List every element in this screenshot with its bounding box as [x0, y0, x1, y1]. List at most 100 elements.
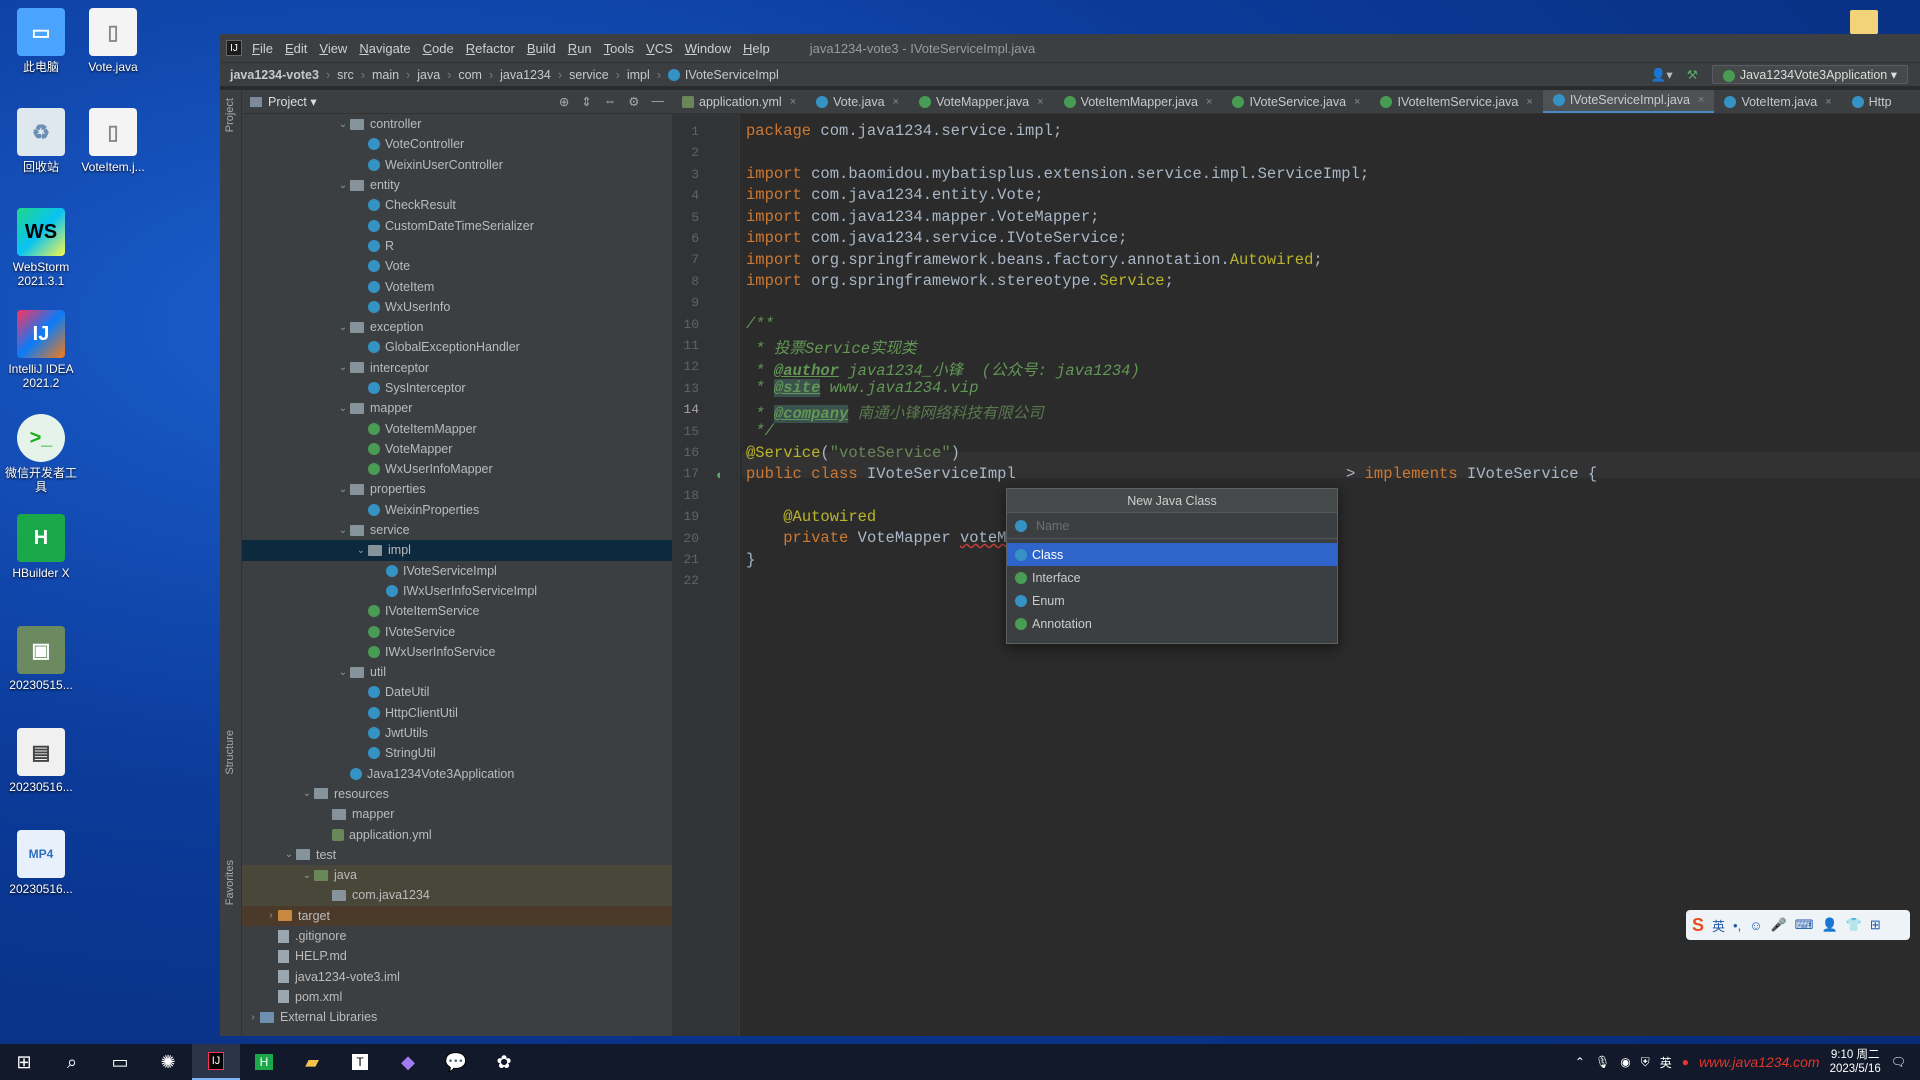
desktop-icon-vote-java[interactable]: ▯ Vote.java	[72, 8, 154, 74]
tree-item[interactable]: ⌄ service	[242, 520, 672, 540]
desktop-icon-webstorm[interactable]: WS WebStorm 2021.3.1	[0, 208, 82, 288]
tree-item[interactable]: IWxUserInfoServiceImpl	[242, 581, 672, 601]
tree-item[interactable]: WxUserInfoMapper	[242, 459, 672, 479]
tree-item[interactable]: ⌄ resources	[242, 784, 672, 804]
tree-item[interactable]: VoteMapper	[242, 439, 672, 459]
tree-item[interactable]: ⌄ util	[242, 662, 672, 682]
tree-item[interactable]: ⌄ exception	[242, 317, 672, 337]
desktop-icon-voteitem-java[interactable]: ▯ VoteItem.j...	[72, 108, 154, 174]
close-tab-icon[interactable]: ×	[790, 96, 796, 108]
tree-item[interactable]: IVoteItemService	[242, 601, 672, 621]
menu-window[interactable]: Window	[685, 41, 731, 56]
ime-toolbar[interactable]: S 英 •, ☺ 🎤 ⌨ 👤 👕 ⊞	[1686, 910, 1910, 940]
tree-item[interactable]: CheckResult	[242, 195, 672, 215]
desktop-icon-intellij[interactable]: IJ IntelliJ IDEA 2021.2	[0, 310, 82, 390]
tree-item[interactable]: JwtUtils	[242, 723, 672, 743]
menu-file[interactable]: File	[252, 41, 273, 56]
kind-option-class[interactable]: Class	[1007, 543, 1337, 566]
favorites-tool-tab[interactable]: Favorites	[224, 860, 236, 905]
close-tab-icon[interactable]: ×	[1037, 96, 1043, 108]
hide-panel-icon[interactable]: —	[652, 94, 665, 109]
breadcrumb-src[interactable]: src	[337, 68, 354, 82]
network-icon[interactable]: ◉	[1620, 1055, 1630, 1069]
settings-gear-icon[interactable]: ⚙	[628, 94, 639, 109]
breadcrumb-java[interactable]: java	[417, 68, 440, 82]
tree-item[interactable]: › External Libraries	[242, 1007, 672, 1027]
visual-studio-icon[interactable]: ◆	[384, 1044, 432, 1080]
kind-option-interface[interactable]: Interface	[1007, 566, 1337, 589]
tree-item[interactable]: ⌄ controller	[242, 114, 672, 134]
tree-item[interactable]: ⌄ java	[242, 864, 672, 886]
chevron-down-icon[interactable]: ⌄	[336, 322, 350, 333]
editor-tab[interactable]: Vote.java ×	[806, 90, 909, 113]
tree-item[interactable]: WeixinUserController	[242, 155, 672, 175]
run-configuration-select[interactable]: Java1234Vote3Application ▾	[1711, 65, 1908, 84]
punctuation-icon[interactable]: •,	[1733, 918, 1741, 933]
desktop-icon-image[interactable]: ▣ 20230515...	[0, 626, 82, 692]
menu-refactor[interactable]: Refactor	[466, 41, 515, 56]
editor-tab[interactable]: IVoteItemService.java ×	[1370, 90, 1542, 113]
tree-item[interactable]: VoteItemMapper	[242, 418, 672, 438]
tree-item[interactable]: java1234-vote3.iml	[242, 966, 672, 986]
menu-edit[interactable]: Edit	[285, 41, 307, 56]
close-tab-icon[interactable]: ×	[893, 96, 899, 108]
tree-item[interactable]: IVoteServiceImpl	[242, 561, 672, 581]
desktop-icon-recycle-bin[interactable]: ♻ 回收站	[0, 108, 82, 174]
menu-run[interactable]: Run	[568, 41, 592, 56]
chevron-right-icon[interactable]: ›	[246, 1012, 260, 1023]
class-name-field[interactable]	[1007, 513, 1337, 539]
chevron-down-icon[interactable]: ⌄	[336, 403, 350, 414]
tree-item[interactable]: Java1234Vote3Application	[242, 764, 672, 784]
tree-item[interactable]: IWxUserInfoService	[242, 642, 672, 662]
antivirus-icon[interactable]: ⛨	[1641, 1055, 1650, 1070]
close-tab-icon[interactable]: ×	[1526, 96, 1532, 108]
tree-item[interactable]: ⌄ impl	[242, 540, 672, 561]
menu-vcs[interactable]: VCS	[646, 41, 673, 56]
desktop-icon-mp4[interactable]: MP4 20230516...	[0, 830, 82, 896]
start-windows-icon[interactable]: ⊞	[0, 1044, 48, 1080]
chevron-down-icon[interactable]: ⌄	[336, 180, 350, 191]
kind-option-annotation[interactable]: Annotation	[1007, 612, 1337, 635]
microphone-icon[interactable]: 🎤	[1770, 917, 1786, 933]
tree-item[interactable]: pom.xml	[242, 987, 672, 1007]
breadcrumb-main[interactable]: main	[372, 68, 399, 82]
editor-tab[interactable]: VoteItemMapper.java ×	[1054, 90, 1223, 113]
tree-item[interactable]: CustomDateTimeSerializer	[242, 215, 672, 235]
chevron-down-icon[interactable]: ⌄	[300, 788, 314, 799]
hbuilder-taskbar-icon[interactable]: H	[240, 1044, 288, 1080]
breadcrumb-project[interactable]: java1234-vote3	[230, 68, 319, 82]
tree-item[interactable]: ⌄ test	[242, 845, 672, 865]
spring-bean-gutter-icon[interactable]: ◐	[716, 467, 724, 482]
clock[interactable]: 9:10 周二 2023/5/16	[1830, 1048, 1881, 1076]
intellij-taskbar-icon[interactable]: IJ	[192, 1044, 240, 1080]
tree-item[interactable]: HttpClientUtil	[242, 703, 672, 723]
menu-tools[interactable]: Tools	[604, 41, 634, 56]
tree-item[interactable]: StringUtil	[242, 743, 672, 763]
tree-item[interactable]: WxUserInfo	[242, 297, 672, 317]
tree-item[interactable]: ⌄ properties	[242, 479, 672, 499]
kind-option-enum[interactable]: Enum	[1007, 589, 1337, 612]
folder-icon[interactable]	[1850, 10, 1878, 34]
collapse-all-icon[interactable]: ⇔	[604, 94, 617, 109]
tree-item[interactable]: WeixinProperties	[242, 500, 672, 520]
chevron-up-icon[interactable]: ⌃	[1575, 1055, 1585, 1069]
chevron-down-icon[interactable]: ⌄	[282, 849, 296, 860]
close-tab-icon[interactable]: ×	[1825, 96, 1831, 108]
breadcrumb-class[interactable]: IVoteServiceImpl	[685, 68, 779, 82]
editor-tab[interactable]: IVoteServiceImpl.java ×	[1542, 90, 1715, 113]
desktop-icon-computer[interactable]: ▭ 此电脑	[0, 8, 82, 74]
class-name-input[interactable]	[1036, 518, 1316, 533]
tree-item[interactable]: application.yml	[242, 824, 672, 844]
desktop-icon-wechat-devtools[interactable]: >_ 微信开发者工具	[0, 414, 82, 494]
microphone-icon[interactable]: 🎙	[1595, 1055, 1610, 1069]
breadcrumb-com[interactable]: com	[458, 68, 482, 82]
structure-tool-tab[interactable]: Structure	[224, 730, 236, 775]
tree-item[interactable]: SysInterceptor	[242, 378, 672, 398]
user-icon[interactable]: 👤▾	[1651, 67, 1673, 83]
skin-icon[interactable]: 👕	[1846, 917, 1862, 933]
editor-tab[interactable]: Http	[1842, 90, 1902, 113]
desktop-icon-video[interactable]: ▤ 20230516...	[0, 728, 82, 794]
chevron-down-icon[interactable]: ⌄	[336, 484, 350, 495]
locate-icon[interactable]: ⊕	[559, 94, 569, 109]
tree-item[interactable]: VoteItem	[242, 276, 672, 296]
